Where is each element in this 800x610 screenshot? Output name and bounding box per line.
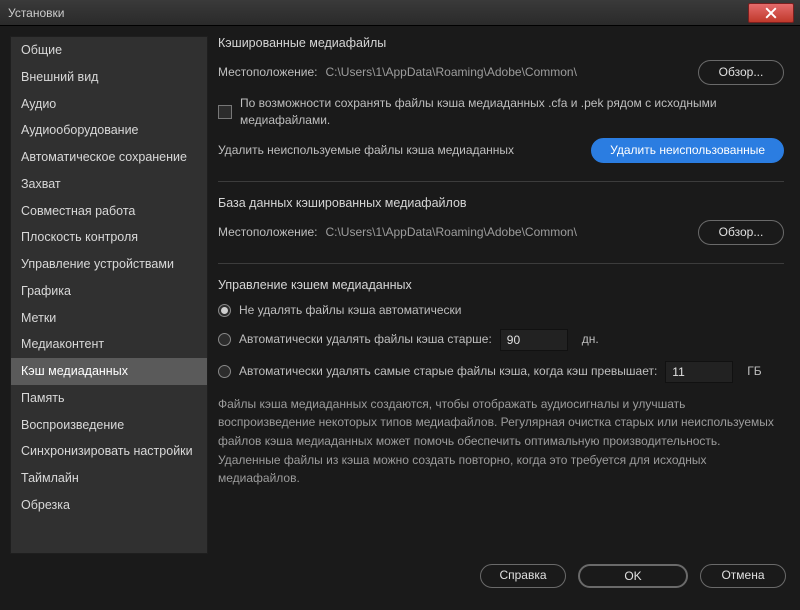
radio-label: Автоматически удалять самые старые файлы…: [239, 363, 657, 380]
sidebar-item[interactable]: Графика: [11, 278, 207, 305]
location-label: Местоположение:: [218, 64, 317, 81]
option-delete-age[interactable]: Автоматически удалять файлы кэша старше:…: [218, 329, 784, 351]
sidebar-item[interactable]: Синхронизировать настройки: [11, 438, 207, 465]
cache-location-value: C:\Users\1\AppData\Roaming\Adobe\Common\: [325, 64, 690, 81]
location-label: Местоположение:: [218, 224, 317, 241]
radio-delete-size[interactable]: [218, 365, 231, 378]
close-button[interactable]: [748, 3, 794, 23]
sidebar-item[interactable]: Обрезка: [11, 492, 207, 519]
sidebar-item[interactable]: Медиаконтент: [11, 331, 207, 358]
window-title: Установки: [8, 6, 64, 20]
separator: [218, 263, 784, 264]
radio-label: Не удалять файлы кэша автоматически: [239, 302, 461, 319]
sidebar: ОбщиеВнешний видАудиоАудиооборудованиеАв…: [10, 36, 208, 554]
radio-no-delete[interactable]: [218, 304, 231, 317]
sidebar-item[interactable]: Захват: [11, 171, 207, 198]
radio-delete-age[interactable]: [218, 333, 231, 346]
browse-cache-button[interactable]: Обзор...: [698, 60, 784, 85]
db-location-value: C:\Users\1\AppData\Roaming\Adobe\Common\: [325, 224, 690, 241]
delete-unused-button[interactable]: Удалить неиспользованные: [591, 138, 784, 163]
section-cache-files: Кэшированные медиафайлы Местоположение: …: [218, 36, 784, 163]
browse-db-button[interactable]: Обзор...: [698, 220, 784, 245]
cache-help-text: Файлы кэша медиаданных создаются, чтобы …: [218, 395, 784, 488]
dialog-footer: Справка OK Отмена: [0, 554, 800, 588]
cancel-button[interactable]: Отмена: [700, 564, 786, 588]
delete-unused-label: Удалить неиспользуемые файлы кэша медиад…: [218, 142, 583, 159]
sidebar-item[interactable]: Автоматическое сохранение: [11, 144, 207, 171]
titlebar: Установки: [0, 0, 800, 26]
save-alongside-checkbox[interactable]: [218, 105, 232, 119]
sidebar-item[interactable]: Память: [11, 385, 207, 412]
sidebar-item[interactable]: Кэш медиаданных: [11, 358, 207, 385]
section-title: Управление кэшем медиаданных: [218, 278, 784, 292]
sidebar-item[interactable]: Плоскость контроля: [11, 224, 207, 251]
sidebar-item[interactable]: Совместная работа: [11, 198, 207, 225]
section-title: База данных кэшированных медиафайлов: [218, 196, 784, 210]
section-title: Кэшированные медиафайлы: [218, 36, 784, 50]
option-delete-size[interactable]: Автоматически удалять самые старые файлы…: [218, 361, 784, 383]
main-panel: Кэшированные медиафайлы Местоположение: …: [216, 36, 790, 554]
sidebar-item[interactable]: Метки: [11, 305, 207, 332]
close-icon: [765, 7, 777, 19]
size-unit: ГБ: [747, 363, 761, 380]
sidebar-item[interactable]: Внешний вид: [11, 64, 207, 91]
sidebar-item[interactable]: Аудиооборудование: [11, 117, 207, 144]
ok-button[interactable]: OK: [578, 564, 688, 588]
radio-label: Автоматически удалять файлы кэша старше:: [239, 331, 492, 348]
option-no-delete[interactable]: Не удалять файлы кэша автоматически: [218, 302, 784, 319]
section-cache-management: Управление кэшем медиаданных Не удалять …: [218, 278, 784, 488]
dialog-body: ОбщиеВнешний видАудиоАудиооборудованиеАв…: [0, 26, 800, 554]
size-input[interactable]: [665, 361, 733, 383]
separator: [218, 181, 784, 182]
help-button[interactable]: Справка: [480, 564, 566, 588]
age-input[interactable]: [500, 329, 568, 351]
sidebar-item[interactable]: Управление устройствами: [11, 251, 207, 278]
sidebar-item[interactable]: Таймлайн: [11, 465, 207, 492]
sidebar-item[interactable]: Общие: [11, 37, 207, 64]
sidebar-item[interactable]: Аудио: [11, 91, 207, 118]
age-unit: дн.: [582, 331, 599, 348]
section-cache-db: База данных кэшированных медиафайлов Мес…: [218, 196, 784, 245]
save-alongside-label: По возможности сохранять файлы кэша меди…: [240, 95, 784, 129]
sidebar-item[interactable]: Воспроизведение: [11, 412, 207, 439]
